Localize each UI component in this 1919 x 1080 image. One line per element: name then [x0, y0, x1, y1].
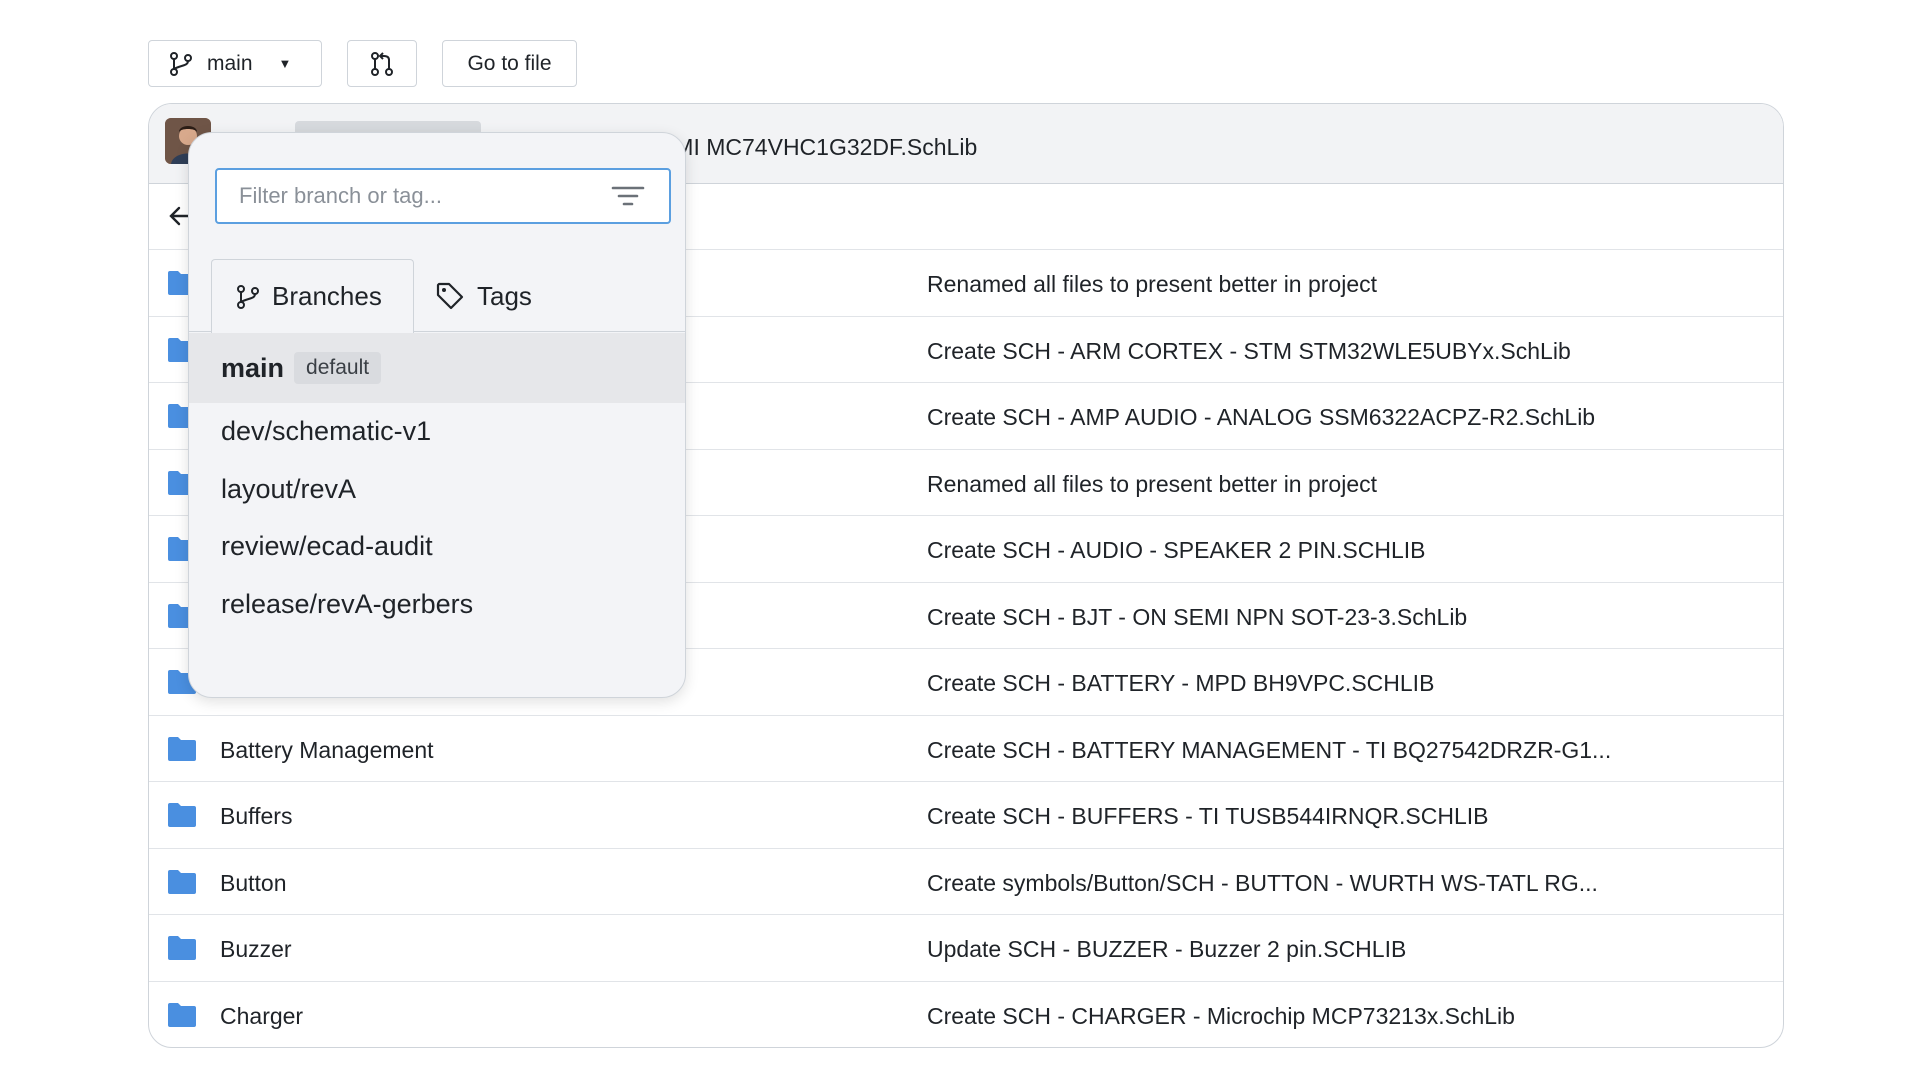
branch-name: review/ecad-audit	[221, 531, 433, 561]
tab-branches-label: Branches	[272, 281, 382, 311]
commit-message[interactable]: Create SCH - BJT - ON SEMI NPN SOT-23-3.…	[927, 604, 1467, 631]
commit-message[interactable]: Renamed all files to present better in p…	[927, 271, 1377, 298]
commit-message[interactable]: Create SCH - ARM CORTEX - STM STM32WLE5U…	[927, 338, 1571, 365]
branch-filter-input[interactable]	[217, 170, 619, 222]
branch-item[interactable]: layout/revA	[189, 461, 685, 518]
default-badge: default	[294, 352, 382, 384]
branch-dropdown: Branches Tags main default dev/schematic…	[188, 132, 686, 698]
commit-message[interactable]: Create SCH - AUDIO - SPEAKER 2 PIN.SCHLI…	[927, 537, 1425, 564]
branch-name: main	[221, 352, 285, 383]
commit-message[interactable]: Renamed all files to present better in p…	[927, 471, 1377, 498]
folder-icon	[167, 869, 197, 900]
caret-down-icon: ▼	[278, 56, 292, 71]
folder-name[interactable]: Battery Management	[220, 737, 434, 764]
folder-name[interactable]: Charger	[220, 1003, 303, 1030]
commit-message[interactable]: Create SCH - AMP AUDIO - ANALOG SSM6322A…	[927, 404, 1595, 431]
table-row[interactable]: Buffers Create SCH - BUFFERS - TI TUSB544…	[149, 782, 1783, 849]
folder-name[interactable]: Buffers	[220, 803, 292, 830]
commit-message[interactable]: Create SCH - BATTERY MANAGEMENT - TI BQ2…	[927, 737, 1611, 764]
branch-name: layout/revA	[221, 473, 357, 504]
commit-message[interactable]: Create SCH - BATTERY - MPD BH9VPC.SCHLIB	[927, 670, 1434, 697]
branch-filter-field[interactable]	[215, 168, 671, 224]
folder-name[interactable]: Buzzer	[220, 936, 292, 963]
commit-message[interactable]: Create SCH - BUFFERS - TI TUSB544IRNQR.S…	[927, 803, 1489, 830]
folder-icon	[167, 736, 197, 767]
git-pull-request-icon	[370, 51, 394, 77]
go-to-file-label: Go to file	[467, 51, 552, 75]
branch-item-main[interactable]: main default	[189, 333, 685, 403]
go-to-file-button[interactable]: Go to file	[442, 40, 577, 87]
tag-icon	[435, 281, 465, 311]
commit-message[interactable]: Update SCH - BUZZER - Buzzer 2 pin.SCHLI…	[927, 936, 1406, 963]
tab-tags[interactable]: Tags	[435, 259, 575, 333]
commit-message[interactable]: Create symbols/Button/SCH - BUTTON - WUR…	[927, 870, 1598, 897]
filter-icon[interactable]	[611, 185, 645, 212]
branch-selector-label: main	[207, 51, 253, 75]
folder-icon	[167, 802, 197, 833]
table-row[interactable]: Charger Create SCH - CHARGER - Microchip …	[149, 982, 1783, 1048]
branch-name: release/revA-gerbers	[221, 588, 474, 619]
git-branch-icon	[169, 51, 193, 77]
tab-tags-label: Tags	[477, 280, 532, 311]
folder-icon	[167, 1002, 197, 1033]
folder-icon	[167, 935, 197, 966]
branch-name: dev/schematic-v1	[221, 416, 432, 446]
table-row[interactable]: Battery Management Create SCH - BATTERY M…	[149, 716, 1783, 782]
table-row[interactable]: Buzzer Update SCH - BUZZER - Buzzer 2 pin…	[149, 915, 1783, 982]
branch-selector-button[interactable]: main ▼	[148, 40, 322, 87]
tab-branches[interactable]: Branches	[211, 259, 414, 333]
branch-item[interactable]: dev/schematic-v1	[189, 403, 685, 460]
commit-message[interactable]: Create SCH - CHARGER - Microchip MCP7321…	[927, 1003, 1515, 1030]
table-row[interactable]: Button Create symbols/Button/SCH - BUTTON…	[149, 849, 1783, 915]
branch-item[interactable]: release/revA-gerbers	[189, 576, 685, 633]
git-branch-icon	[236, 284, 260, 310]
pull-requests-button[interactable]	[347, 40, 417, 87]
folder-name[interactable]: Button	[220, 870, 287, 897]
branch-item[interactable]: review/ecad-audit	[189, 518, 685, 575]
